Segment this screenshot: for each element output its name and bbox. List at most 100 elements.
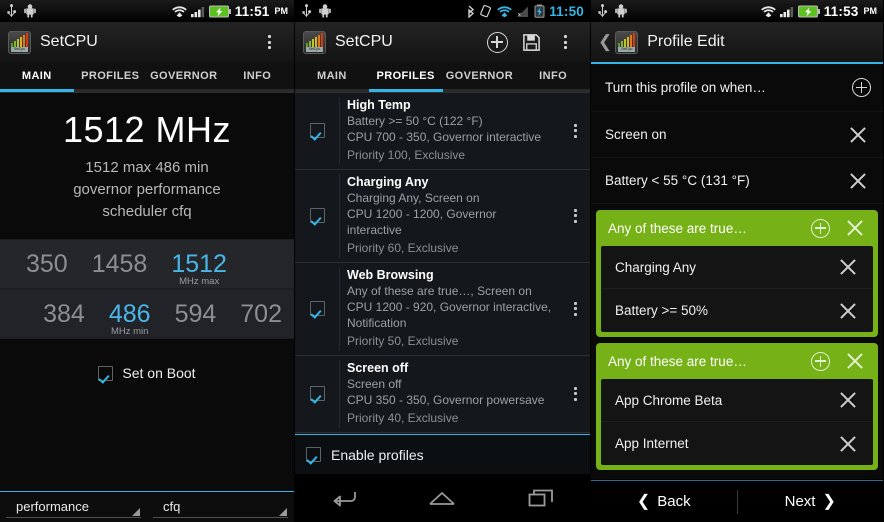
overflow-dots <box>573 301 577 316</box>
enable-profiles-checkbox[interactable] <box>306 447 321 462</box>
group-header-label: Any of these are true… <box>608 353 747 369</box>
adb-icon <box>319 4 331 18</box>
logo-caption: SetCpu <box>306 46 323 52</box>
profile-overflow-icon[interactable] <box>560 175 590 256</box>
overflow-menu-icon[interactable] <box>252 25 286 59</box>
checkbox-glyph <box>309 123 325 138</box>
add-condition-icon[interactable] <box>852 78 871 97</box>
profile-condition: Screen off <box>347 377 402 391</box>
add-to-group-icon[interactable] <box>811 351 830 371</box>
profiles-list[interactable]: High Temp Battery >= 50 °C (122 °F) CPU … <box>295 93 590 434</box>
table-row[interactable]: Web Browsing Any of these are true…, Scr… <box>295 263 590 356</box>
profile-priority: Priority 60, Exclusive <box>347 241 459 255</box>
current-frequency: 1512 MHz <box>62 109 232 150</box>
tab-info[interactable]: INFO <box>516 62 590 92</box>
profile-enabled-checkbox[interactable] <box>295 98 339 163</box>
profile-enabled-checkbox[interactable] <box>295 268 339 349</box>
scheduler-spinner[interactable]: cfq <box>153 496 288 518</box>
profile-title: Charging Any <box>347 175 429 189</box>
tab-profiles[interactable]: PROFILES <box>73 62 147 92</box>
status-bar-right-icons: 11:51 PM <box>171 4 288 19</box>
condition-row[interactable]: Screen on <box>591 112 883 158</box>
group-item-row[interactable]: Charging Any <box>601 246 873 289</box>
max-selected-label: MHz max <box>179 275 220 287</box>
action-bar: ❮ SetCpu Profile Edit <box>591 22 883 62</box>
max-option-1[interactable]: 1458 <box>80 250 160 279</box>
set-on-boot-checkbox[interactable] <box>98 365 114 381</box>
status-bar: x 11:50 <box>295 0 590 22</box>
group-item-row[interactable]: App Internet <box>601 422 873 465</box>
profile-priority: Priority 40, Exclusive <box>347 411 459 425</box>
remove-icon[interactable] <box>835 298 861 324</box>
usb-icon <box>6 4 17 18</box>
save-icon[interactable] <box>514 25 548 59</box>
min-option-0[interactable]: 384 <box>31 300 97 329</box>
checkbox-glyph <box>309 301 325 316</box>
table-row[interactable]: Charging Any Charging Any, Screen on CPU… <box>295 170 590 263</box>
status-bar-ampm: PM <box>863 6 878 16</box>
setcpu-icon: SetCpu <box>615 30 639 54</box>
status-bar-left-icons <box>301 4 331 18</box>
add-to-group-icon[interactable] <box>811 218 830 238</box>
page-title: Profile Edit <box>647 33 725 50</box>
tab-info[interactable]: INFO <box>220 62 294 92</box>
enable-profiles-row[interactable]: Enable profiles <box>295 434 590 474</box>
group-item-row[interactable]: App Chrome Beta <box>601 379 873 422</box>
condition-row[interactable]: Battery < 55 °C (131 °F) <box>591 158 883 204</box>
profile-enabled-checkbox[interactable] <box>295 361 339 426</box>
overflow-dots <box>573 386 577 401</box>
profile-condition: Charging Any, Screen on <box>347 191 480 205</box>
usb-icon <box>597 4 608 18</box>
group-header: Any of these are true… <box>596 343 878 379</box>
profile-text: Screen off Screen off CPU 350 - 350, Gov… <box>339 361 560 426</box>
max-selected[interactable]: 1512 MHz max <box>159 250 239 287</box>
min-selected[interactable]: 486 MHz min <box>97 300 163 337</box>
min-option-2[interactable]: 594 <box>163 300 229 329</box>
profile-overflow-icon[interactable] <box>560 98 590 163</box>
main-tab-content: 1512 MHz 1512 max 486 min governor perfo… <box>0 93 294 522</box>
back-button[interactable]: ❮ Back <box>591 493 737 510</box>
remove-icon[interactable] <box>835 254 861 280</box>
tab-main[interactable]: MAIN <box>295 62 369 92</box>
wifi-icon <box>171 5 187 18</box>
remove-icon[interactable] <box>835 431 861 457</box>
back-icon[interactable] <box>316 478 372 518</box>
remove-group-icon[interactable] <box>842 348 868 374</box>
tab-governor[interactable]: GOVERNOR <box>147 62 221 92</box>
set-on-boot-row[interactable]: Set on Boot <box>0 365 294 381</box>
min-frequency-picker[interactable]: 384 486 MHz min 594 702 <box>0 289 294 339</box>
group-item-row[interactable]: Battery >= 50% <box>601 289 873 332</box>
tab-bar: MAIN PROFILES GOVERNOR INFO <box>295 62 590 92</box>
profile-overflow-icon[interactable] <box>560 268 590 349</box>
back-chevron-icon[interactable]: ❮ <box>598 32 612 52</box>
recents-icon[interactable] <box>513 478 569 518</box>
overflow-dots <box>267 35 271 49</box>
tab-profiles[interactable]: PROFILES <box>368 62 443 92</box>
min-option-3[interactable]: 702 <box>228 300 294 329</box>
profile-text: High Temp Battery >= 50 °C (122 °F) CPU … <box>339 98 560 163</box>
remove-icon[interactable] <box>845 122 871 148</box>
checkbox-glyph <box>309 208 325 223</box>
remove-icon[interactable] <box>845 168 871 194</box>
next-button[interactable]: Next ❯ <box>738 493 884 510</box>
profile-enabled-checkbox[interactable] <box>295 175 339 256</box>
overflow-menu-icon[interactable] <box>548 25 582 59</box>
logo-bars <box>618 32 636 47</box>
profile-overflow-icon[interactable] <box>560 361 590 426</box>
home-icon[interactable] <box>414 478 470 518</box>
status-bar-right-icons: x 11:50 <box>466 4 584 19</box>
remove-group-icon[interactable] <box>842 215 868 241</box>
bluetooth-icon <box>466 4 476 19</box>
governor-spinner[interactable]: performance <box>6 496 141 518</box>
tab-governor[interactable]: GOVERNOR <box>442 62 517 92</box>
max-frequency-picker[interactable]: 350 1458 1512 MHz max <box>0 239 294 289</box>
signal-icon <box>190 5 205 18</box>
tab-main[interactable]: MAIN <box>0 62 74 92</box>
table-row[interactable]: High Temp Battery >= 50 °C (122 °F) CPU … <box>295 93 590 170</box>
profile-priority: Priority 100, Exclusive <box>347 148 466 162</box>
remove-icon[interactable] <box>835 387 861 413</box>
add-profile-icon[interactable] <box>480 25 514 59</box>
table-row[interactable]: Screen off Screen off CPU 350 - 350, Gov… <box>295 356 590 433</box>
max-option-0[interactable]: 350 <box>14 250 80 279</box>
profile-text: Web Browsing Any of these are true…, Scr… <box>339 268 560 349</box>
